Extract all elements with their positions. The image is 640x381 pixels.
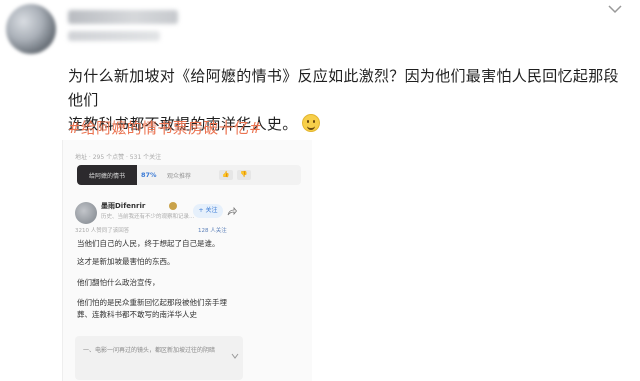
- embedded-screenshot[interactable]: 地址 · 295 个点赞 · 531 个关注 给阿嬷的情书 87% 观众推荐 👍…: [62, 140, 312, 381]
- quote-text: 一、电影一问再过的镜头，都区新加坡过往的阴暗: [83, 347, 216, 354]
- embedded-stats: 地址 · 295 个点赞 · 531 个关注: [75, 154, 162, 161]
- answer-line-4: 他们怕的是民众重新回忆起那段被他们亲手埋: [77, 298, 227, 307]
- follow-button: + 关注: [193, 204, 223, 218]
- post-meta: [68, 31, 160, 41]
- movie-pill: 给阿嬷的情书 87% 观众推荐 👍 👎: [77, 165, 301, 185]
- movie-recommend: 观众推荐: [167, 173, 192, 180]
- chevron-down-icon[interactable]: [606, 2, 624, 16]
- answer-line-3: 他们翻怕什么政治宣传，: [77, 278, 160, 287]
- movie-title: 给阿嬷的情书: [89, 173, 126, 180]
- answer-author-subtitle: 历史、当前我还有不少的观察和记录…: [101, 214, 195, 220]
- like-icon: 👍: [219, 170, 233, 180]
- answer-line-5: 葬、连教科书都不敢写的南洋华人史: [77, 310, 197, 319]
- agree-count: 3210 人赞同了该回答: [75, 228, 130, 234]
- smile-emoji-icon: [301, 114, 320, 132]
- chevron-down-icon: [231, 353, 239, 359]
- share-icon: [227, 206, 237, 216]
- movie-percent: 87%: [141, 171, 157, 179]
- follow-count: 128 人关注: [198, 228, 227, 234]
- verified-badge-icon: [169, 202, 177, 210]
- dislike-icon: 👎: [237, 170, 251, 180]
- quote-box: 一、电影一问再过的镜头，都区新加坡过往的阴暗: [75, 336, 243, 380]
- hashtag-link[interactable]: #给阿嬷的情书票房破十亿#: [68, 118, 262, 138]
- answer-line-1: 当他们自己的人民，终于想起了自己是谁。: [77, 239, 220, 248]
- post-author-avatar[interactable]: [6, 4, 56, 54]
- answer-line-2: 这才是新加坡最害怕的东西。: [77, 257, 175, 266]
- post-author-name[interactable]: [68, 10, 178, 24]
- movie-poster: 给阿嬷的情书: [77, 165, 137, 185]
- post-text-line1: 为什么新加坡对《给阿嬷的情书》反应如此激烈？因为他们最害怕人民回忆起那段他们: [68, 67, 619, 109]
- answer-author-avatar: [75, 202, 97, 224]
- answer-author-name: 墨雨Difenrir: [101, 202, 146, 210]
